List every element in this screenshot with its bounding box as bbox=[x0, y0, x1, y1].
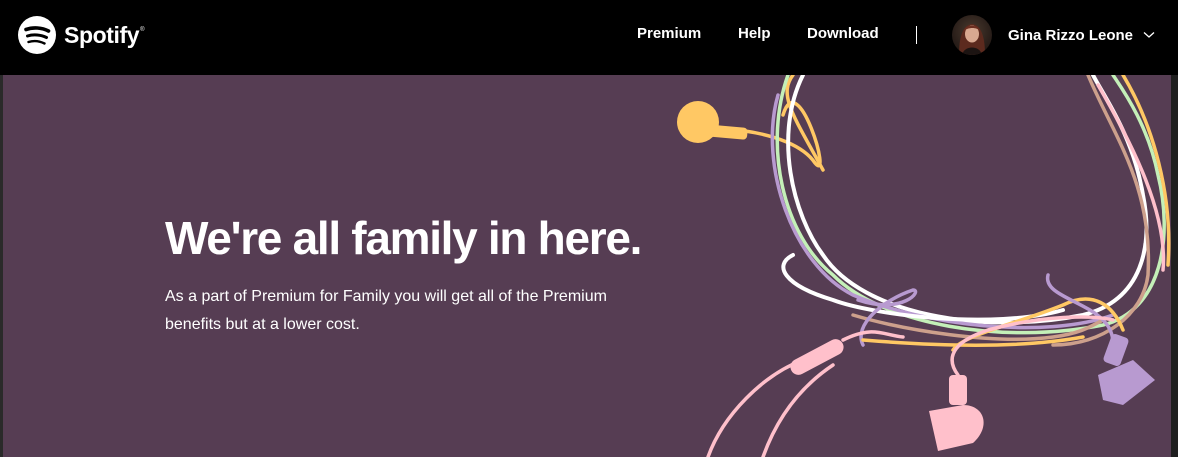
scrollbar-track[interactable] bbox=[1171, 75, 1178, 457]
nav-link-premium[interactable]: Premium bbox=[637, 25, 701, 43]
chevron-down-icon[interactable] bbox=[1143, 31, 1155, 39]
top-navbar: Spotify ® Premium Help Download Gina Riz… bbox=[0, 0, 1178, 75]
nav-link-help[interactable]: Help bbox=[738, 25, 771, 43]
registered-mark: ® bbox=[140, 27, 145, 33]
hero-banner: We're all family in here. As a part of P… bbox=[3, 75, 1171, 457]
nav-divider bbox=[916, 26, 917, 44]
hero-title: We're all family in here. bbox=[165, 212, 642, 264]
brand-name: Spotify bbox=[64, 21, 140, 48]
spotify-logo-icon bbox=[18, 16, 56, 54]
account-menu[interactable]: Gina Rizzo Leone bbox=[952, 14, 1155, 56]
spotify-logo[interactable]: Spotify ® bbox=[18, 15, 145, 55]
hero-description: As a part of Premium for Family you will… bbox=[165, 288, 607, 333]
nav-link-download[interactable]: Download bbox=[807, 25, 879, 43]
user-name: Gina Rizzo Leone bbox=[1008, 26, 1134, 44]
earphones-illustration bbox=[677, 75, 1171, 457]
avatar bbox=[952, 15, 992, 55]
